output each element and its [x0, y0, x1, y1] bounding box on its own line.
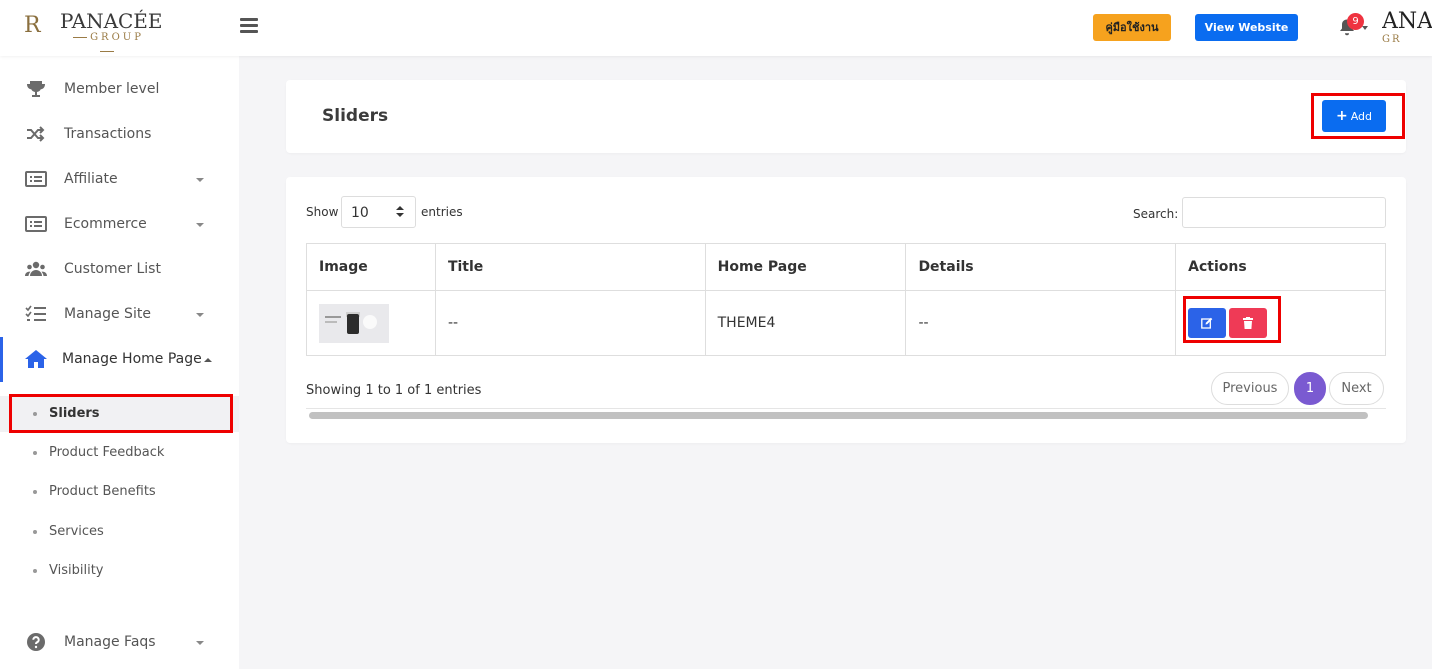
table-header-row: Image Title Home Page Details Actions — [306, 243, 1386, 291]
previous-page-button[interactable]: Previous — [1211, 372, 1289, 405]
sidebar-item-label: Manage Faqs — [64, 634, 156, 650]
sidebar-item-member-level[interactable]: Member level — [0, 67, 239, 112]
bullet-icon — [33, 530, 37, 534]
sidebar-subitem-label: Services — [49, 524, 104, 539]
column-header-image[interactable]: Image — [306, 243, 436, 291]
sidebar-subitem-product-feedback[interactable]: Product Feedback — [0, 435, 239, 471]
show-label: Show — [306, 205, 339, 219]
table-info: Showing 1 to 1 of 1 entries — [306, 383, 482, 398]
chevron-down-icon — [196, 641, 204, 645]
top-header: R PANACÉE GROUP คู่มือใช้งาน View Websit… — [0, 0, 1432, 56]
sidebar-item-affiliate[interactable]: Affiliate — [0, 157, 239, 202]
sidebar-subitem-label: Product Feedback — [49, 445, 165, 460]
bullet-icon — [33, 451, 37, 455]
manual-button[interactable]: คู่มือใช้งาน — [1093, 14, 1171, 41]
trophy-icon — [27, 81, 45, 97]
sidebar-subitem-services[interactable]: Services — [0, 514, 239, 550]
list-icon — [25, 171, 47, 187]
select-arrows-icon — [396, 206, 404, 218]
page-header-card — [286, 80, 1406, 153]
column-header-details[interactable]: Details — [905, 243, 1177, 291]
logo-monogram: R — [24, 13, 41, 38]
entries-select-value: 10 — [351, 205, 369, 221]
scrollbar-thumb[interactable] — [309, 412, 1368, 419]
chevron-down-icon — [196, 313, 204, 317]
question-circle-icon — [27, 633, 45, 651]
bullet-icon — [33, 569, 37, 573]
sidebar-subitem-label: Visibility — [49, 563, 104, 578]
page-1-button[interactable]: 1 — [1294, 372, 1326, 405]
user-avatar-logo[interactable]: ANA GR — [1382, 10, 1432, 50]
image-cell — [306, 290, 436, 356]
entries-select[interactable]: 10 — [341, 196, 416, 228]
highlight-box-add — [1311, 93, 1405, 139]
column-header-actions: Actions — [1175, 243, 1386, 291]
sidebar-item-transactions[interactable]: Transactions — [0, 112, 239, 157]
sidebar-item-manage-site[interactable]: Manage Site — [0, 292, 239, 337]
list-icon — [25, 216, 47, 232]
sidebar-item-ecommerce[interactable]: Ecommerce — [0, 202, 239, 247]
sidebar-item-label: Ecommerce — [64, 216, 147, 232]
sidebar-item-label: Customer List — [64, 261, 161, 277]
search-input[interactable] — [1182, 197, 1386, 228]
sidebar-item-label: Affiliate — [64, 171, 118, 187]
logo-group: GROUP — [64, 31, 150, 59]
sidebar-item-label: Manage Home Page — [62, 351, 202, 367]
user-logo-brand: ANA — [1382, 10, 1432, 34]
view-website-button[interactable]: View Website — [1195, 14, 1298, 41]
highlight-box-actions — [1183, 296, 1281, 343]
sidebar-item-label: Member level — [64, 81, 160, 97]
column-header-title[interactable]: Title — [434, 243, 706, 291]
sidebar-subitem-visibility[interactable]: Visibility — [0, 553, 239, 589]
sidebar-item-manage-home-page[interactable]: Manage Home Page — [0, 337, 239, 382]
details-cell: -- — [905, 290, 1177, 356]
hamburger-menu-icon[interactable] — [240, 18, 258, 34]
home-icon — [25, 350, 47, 368]
bullet-icon — [33, 490, 37, 494]
slider-thumbnail-image — [319, 303, 389, 343]
sidebar-subitem-product-benefits[interactable]: Product Benefits — [0, 474, 239, 510]
column-header-home-page[interactable]: Home Page — [704, 243, 907, 291]
next-page-button[interactable]: Next — [1329, 372, 1384, 405]
user-dropdown-chevron-icon[interactable] — [1362, 26, 1368, 30]
title-cell: -- — [434, 290, 706, 356]
sidebar-item-manage-faqs[interactable]: Manage Faqs — [0, 620, 239, 665]
highlight-box-sliders — [9, 394, 233, 433]
chevron-down-icon — [196, 223, 204, 227]
logo-brand: PANACÉE — [60, 9, 163, 33]
sidebar-item-label: Transactions — [64, 126, 152, 142]
users-icon — [25, 261, 47, 276]
shuffle-icon — [27, 126, 45, 142]
search-label: Search: — [1133, 207, 1179, 221]
tasks-icon — [25, 305, 46, 321]
horizontal-scrollbar[interactable] — [306, 408, 1386, 422]
home-page-cell: THEME4 — [704, 290, 907, 356]
chevron-up-icon — [204, 358, 212, 362]
sidebar-item-label: Manage Site — [64, 306, 151, 322]
page-title: Sliders — [322, 106, 389, 126]
sidebar-item-customer-list[interactable]: Customer List — [0, 247, 239, 292]
chevron-down-icon — [196, 178, 204, 182]
sidebar-subitem-label: Product Benefits — [49, 484, 156, 499]
panacee-logo[interactable]: R PANACÉE GROUP — [24, 9, 163, 47]
user-logo-group: GR — [1382, 34, 1402, 45]
entries-label: entries — [421, 205, 463, 219]
